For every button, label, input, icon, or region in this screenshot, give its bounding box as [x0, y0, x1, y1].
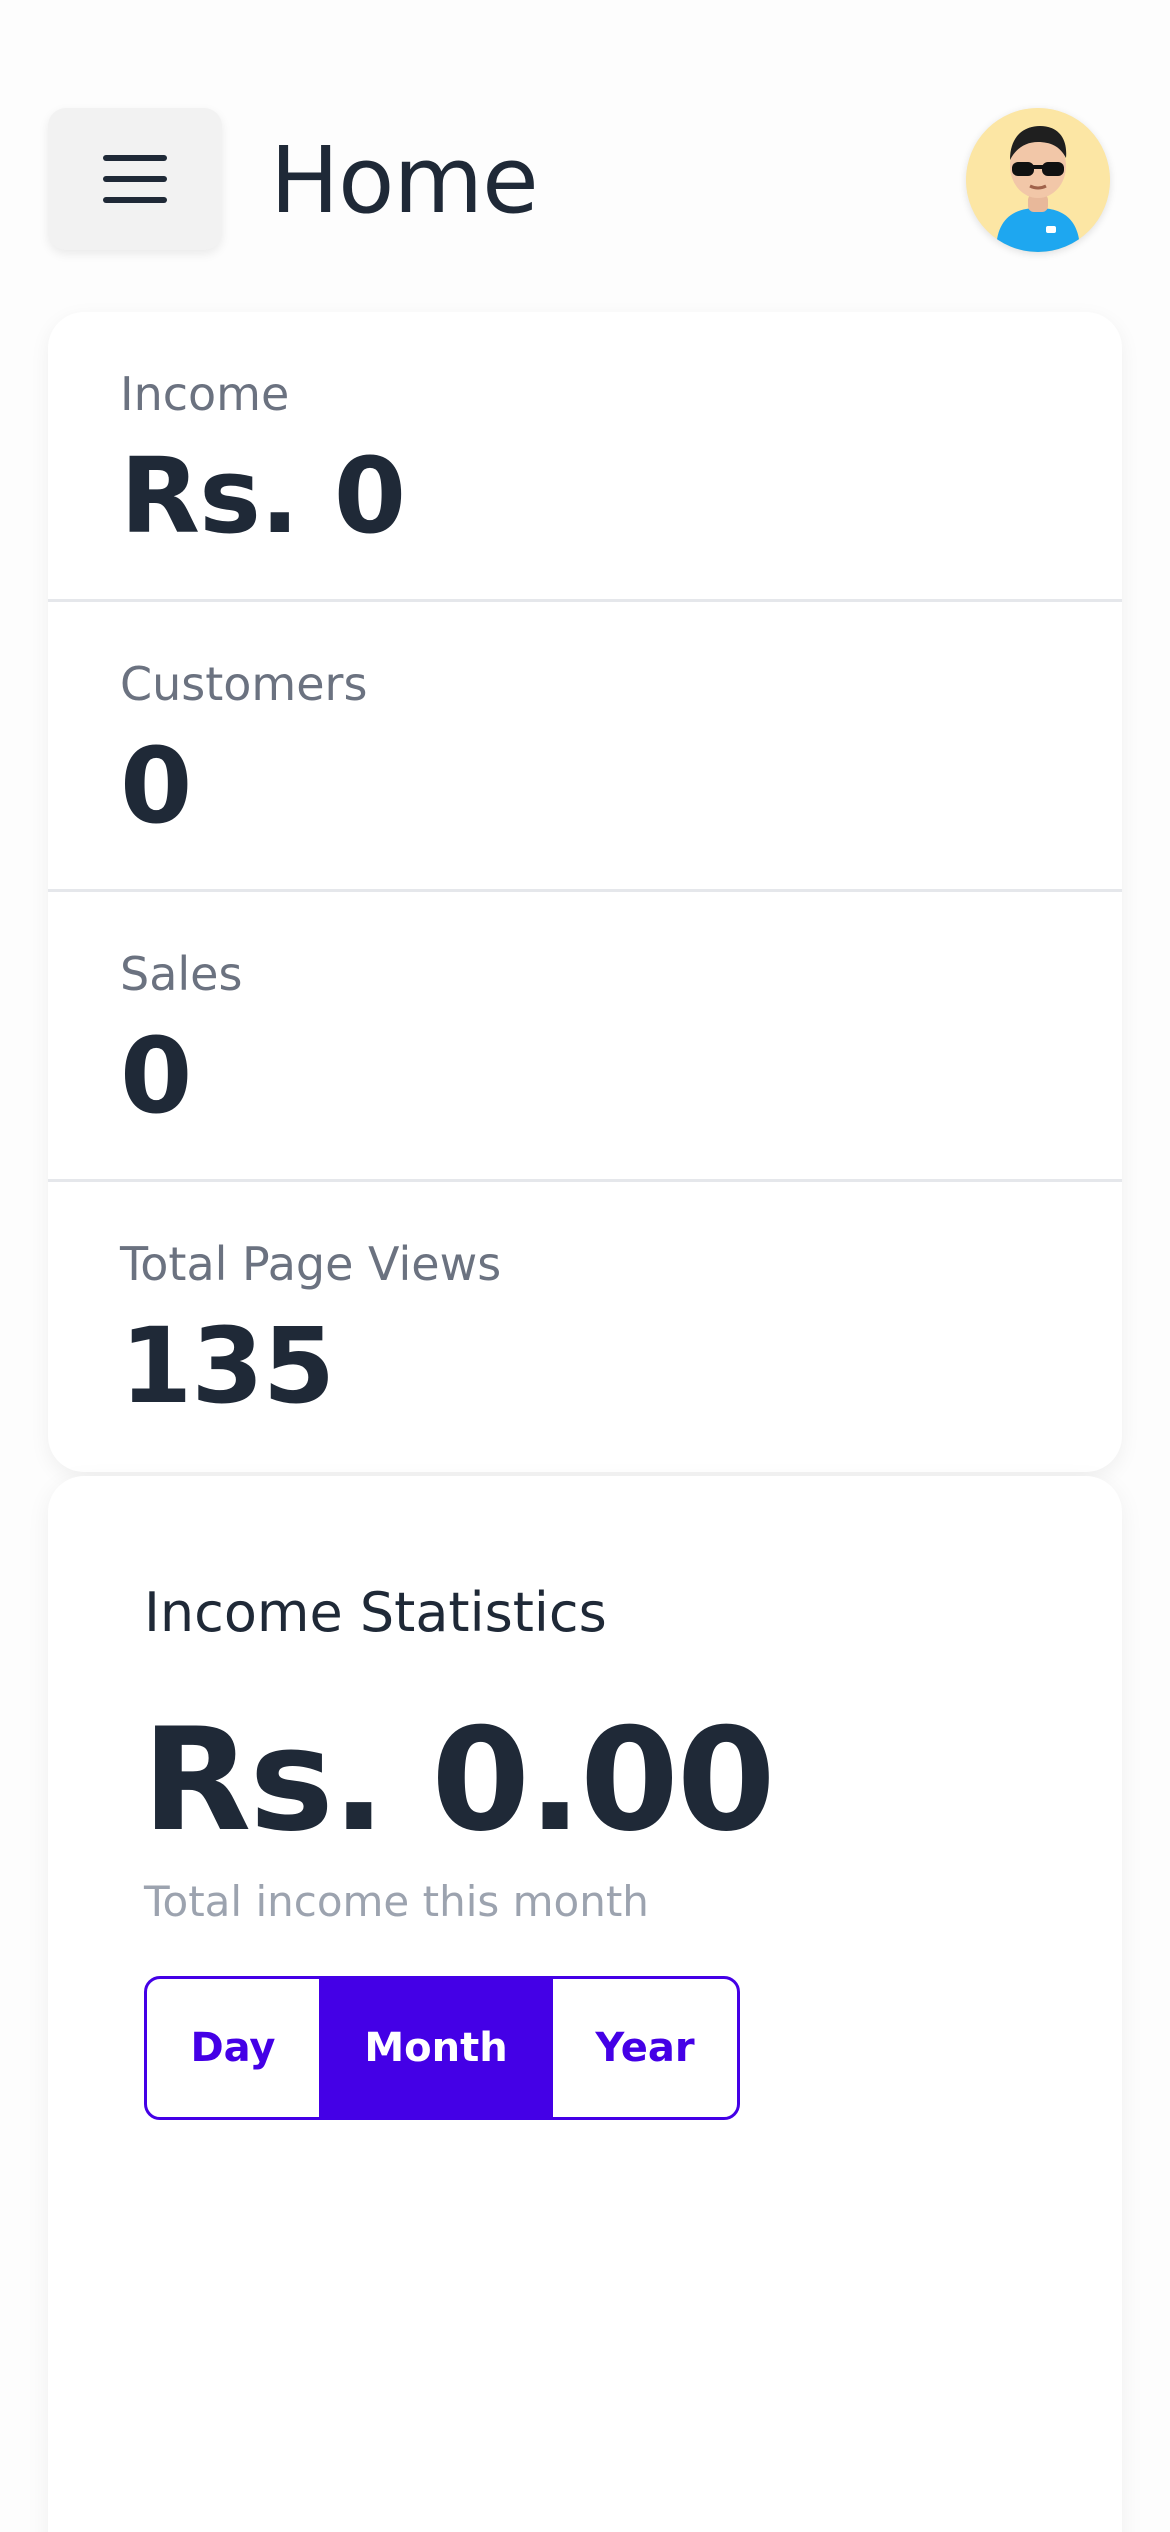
home-screen: Home Income Rs. 0 Customers 0 Sales 0 To… [0, 0, 1170, 2532]
stat-label: Income [120, 367, 290, 421]
page-title: Home [270, 127, 539, 234]
hamburger-menu-icon [103, 155, 167, 203]
income-amount: Rs. 0.00 [142, 1698, 776, 1863]
period-year-button[interactable]: Year [553, 1979, 737, 2117]
stat-sales: Sales 0 [48, 892, 1122, 1182]
stat-value: 135 [120, 1305, 335, 1427]
period-selector: Day Month Year [144, 1976, 740, 2120]
period-month-button[interactable]: Month [319, 1979, 553, 2117]
stat-label: Total Page Views [120, 1237, 502, 1291]
period-day-button[interactable]: Day [147, 1979, 319, 2117]
stat-value: 0 [120, 1015, 192, 1137]
stat-label: Customers [120, 657, 368, 711]
menu-button[interactable] [48, 108, 222, 250]
income-caption: Total income this month [144, 1877, 649, 1926]
app-header: Home [0, 0, 1170, 300]
stat-income: Income Rs. 0 [48, 312, 1122, 602]
stat-value: 0 [120, 725, 192, 847]
income-statistics-title: Income Statistics [144, 1581, 607, 1644]
stat-label: Sales [120, 947, 243, 1001]
income-statistics-card: Income Statistics Rs. 0.00 Total income … [48, 1476, 1122, 2532]
user-avatar-icon [966, 108, 1110, 252]
stat-customers: Customers 0 [48, 602, 1122, 892]
stats-card: Income Rs. 0 Customers 0 Sales 0 Total P… [48, 312, 1122, 1472]
stat-value: Rs. 0 [120, 435, 406, 557]
stat-page-views: Total Page Views 135 [48, 1182, 1122, 1472]
avatar[interactable] [966, 108, 1110, 252]
